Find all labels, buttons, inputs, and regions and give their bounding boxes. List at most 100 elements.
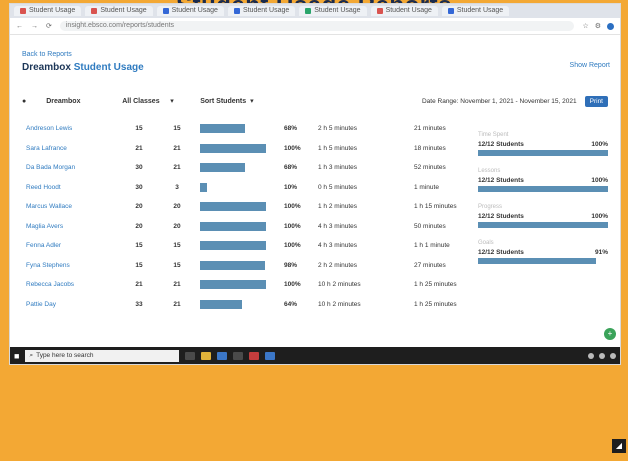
progress-percent: 100% — [284, 242, 301, 250]
browser-tab[interactable]: Student Usage — [370, 6, 438, 16]
lessons-completed: 20 — [173, 203, 181, 211]
office-icon[interactable] — [249, 351, 260, 360]
notification-icon[interactable] — [610, 352, 616, 359]
store-icon[interactable] — [233, 351, 244, 360]
time-spent: 1 h 5 minutes — [318, 144, 358, 152]
volume-icon[interactable] — [599, 352, 605, 359]
progress-percent: 100% — [284, 222, 301, 230]
progress-bar — [200, 280, 266, 290]
url-field[interactable]: insight.ebsco.com/reports/students — [59, 21, 575, 31]
student-name-link[interactable]: Fyna Stephens — [22, 256, 120, 276]
program-select[interactable]: Dreambox — [46, 98, 122, 105]
summary-bar — [478, 186, 608, 192]
tab-label: Student Usage — [456, 7, 504, 14]
student-name-link[interactable]: Marcus Wallace — [22, 197, 120, 217]
student-name-link[interactable]: Maglia Avers — [22, 217, 120, 237]
progress-bar — [200, 163, 245, 173]
corner-icon: ◢ — [612, 439, 626, 453]
page-title-link[interactable]: Student Usage — [74, 62, 144, 73]
lessons-assigned: 21 — [135, 281, 143, 289]
taskbar-search[interactable]: ⌕ Type here to search — [25, 349, 180, 362]
summary-label: Goals — [478, 240, 494, 246]
progress-bar — [200, 182, 207, 192]
back-arrow-icon[interactable]: ← — [16, 23, 23, 30]
edge-icon[interactable] — [217, 351, 228, 360]
student-name-link[interactable]: Sara Lafrance — [22, 139, 120, 159]
summary-label: Progress — [478, 204, 503, 210]
help-button[interactable]: + — [604, 328, 616, 340]
time-spent: 0 h 5 minutes — [318, 183, 358, 191]
show-report-link[interactable]: Show Report — [570, 62, 610, 69]
sort-bullet-icon: ● — [22, 97, 27, 105]
time-average: 1 h 15 minutes — [414, 203, 457, 211]
student-name-link[interactable]: Pattie Day — [22, 295, 120, 315]
star-icon[interactable]: ☆ — [582, 22, 588, 30]
print-button[interactable]: Print — [584, 95, 608, 107]
extensions-icon[interactable]: ⚙ — [595, 22, 601, 30]
table-row: Maglia Avers 20 20 100% 4 h 3 minutes 50 minu… — [22, 217, 480, 237]
time-average: 1 h 1 minute — [414, 242, 450, 250]
lessons-assigned: 30 — [135, 183, 143, 191]
time-average: 18 minutes — [414, 144, 446, 152]
progress-bar — [200, 202, 266, 212]
lessons-completed: 3 — [175, 183, 179, 191]
class-select[interactable]: All Classes — [122, 98, 170, 105]
browser-tab[interactable]: Student Usage — [227, 6, 296, 16]
reload-icon[interactable]: ⟳ — [46, 22, 52, 30]
summary-block: Goals 12/12 Students 91% — [478, 240, 608, 264]
chevron-down-icon[interactable]: ▾ — [250, 97, 254, 105]
summary-row: 12/12 Students 100% — [478, 141, 608, 148]
summary-bar — [478, 222, 608, 228]
file-explorer-icon[interactable] — [201, 351, 212, 360]
summary-label: Lessons — [478, 168, 501, 174]
progress-bar — [200, 299, 243, 309]
progress-cell — [196, 217, 280, 237]
chevron-down-icon[interactable]: ▾ — [170, 97, 200, 105]
progress-cell — [196, 295, 280, 315]
subtitle-placeholder — [22, 79, 608, 85]
student-name-link[interactable]: Fenna Adler — [22, 236, 120, 256]
student-name-link[interactable]: Da Bada Morgan — [22, 158, 120, 178]
time-average: 1 h 25 minutes — [414, 281, 457, 289]
browser-tab[interactable]: Student Usage — [85, 6, 153, 16]
tab-favicon-icon — [447, 8, 454, 14]
summary-percent: 91% — [594, 249, 608, 256]
students-sort-select[interactable]: Sort Students — [200, 98, 246, 105]
browser-tab[interactable]: Student Usage — [441, 6, 510, 16]
summary-title: 12/12 Students — [478, 249, 524, 256]
page-title-prefix: Dreambox — [22, 62, 71, 73]
date-range-label[interactable]: Date Range: November 1, 2021 - November … — [422, 98, 577, 105]
progress-cell — [196, 236, 280, 256]
progress-cell — [196, 256, 280, 276]
browser-tab[interactable]: Student Usage — [14, 6, 82, 16]
tab-label: Student Usage — [100, 7, 147, 14]
summary-row: 12/12 Students 100% — [478, 177, 608, 184]
forward-arrow-icon[interactable]: → — [31, 23, 38, 30]
chrome-icon[interactable] — [265, 351, 276, 360]
table-row: Reed Hoodt 30 3 10% 0 h 5 minutes 1 minute — [22, 178, 480, 198]
student-name-link[interactable]: Andreson Lewis — [22, 119, 120, 139]
windows-start-icon[interactable]: ■ — [14, 351, 19, 361]
profile-avatar[interactable] — [607, 22, 614, 30]
time-average: 1 minute — [414, 183, 439, 191]
progress-bar — [200, 241, 266, 251]
lessons-completed: 15 — [173, 125, 181, 133]
summary-row: 12/12 Students 91% — [478, 249, 608, 256]
taskview-icon[interactable] — [185, 351, 196, 360]
time-spent: 4 h 3 minutes — [318, 242, 358, 250]
browser-tab[interactable]: Student Usage — [156, 6, 224, 16]
summary-title: 12/12 Students — [478, 177, 524, 184]
breadcrumb[interactable]: Back to Reports — [22, 51, 608, 58]
table-row: Marcus Wallace 20 20 100% 1 h 2 minutes 1 h 1… — [22, 197, 480, 217]
lessons-completed: 15 — [173, 242, 181, 250]
browser-tab[interactable]: Student Usage — [299, 6, 367, 16]
network-icon[interactable] — [588, 352, 594, 359]
address-bar-row: ← → ⟳ insight.ebsco.com/reports/students… — [10, 18, 620, 35]
tab-bar: Student Usage Student Usage Student Usag… — [10, 4, 620, 18]
summary-panel: Time Spent 12/12 Students 100% Lessons 12/12… — [478, 132, 608, 276]
time-average: 1 h 25 minutes — [414, 300, 457, 308]
tab-label: Student Usage — [385, 7, 432, 14]
student-name-link[interactable]: Reed Hoodt — [22, 178, 120, 198]
student-name-link[interactable]: Rebecca Jacobs — [22, 275, 120, 295]
progress-percent: 100% — [284, 281, 301, 289]
